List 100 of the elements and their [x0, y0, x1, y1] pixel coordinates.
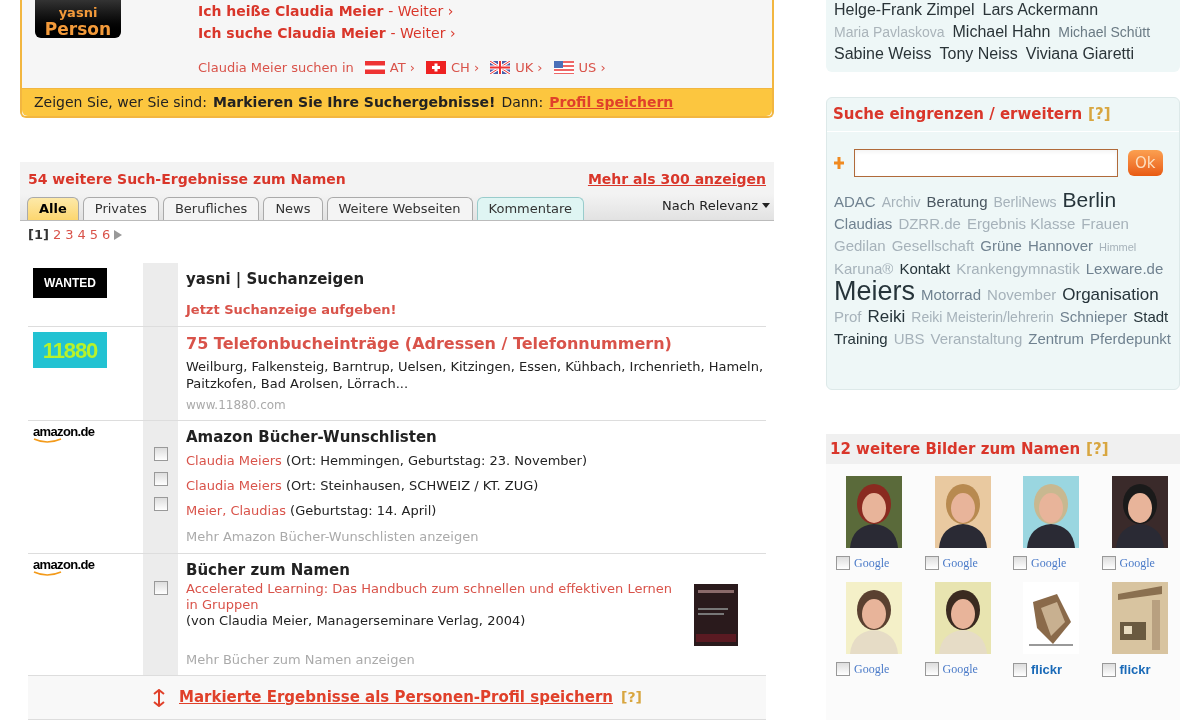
results-heading: 54 weitere Such-Ergebnisse zum Namen — [28, 169, 346, 189]
entry-link[interactable]: Claudia Meiers — [186, 477, 282, 493]
entry-link[interactable]: Claudia Meiers — [186, 452, 282, 468]
tab[interactable]: Kommentare — [476, 197, 585, 220]
page-link[interactable]: 5 — [89, 225, 99, 245]
smile-icon — [33, 570, 63, 577]
page-link[interactable]: 3 — [65, 225, 74, 245]
caret-icon — [762, 202, 770, 208]
tag-link[interactable]: Beratung — [926, 191, 988, 213]
phonebook-logo: 11880 — [33, 332, 107, 368]
checkbox[interactable] — [1013, 556, 1027, 570]
checkbox[interactable] — [1101, 662, 1116, 677]
checkbox[interactable] — [153, 497, 168, 511]
flag-icon — [553, 61, 574, 75]
profile-link[interactable]: Ich heiße Claudia Meier — [198, 0, 384, 22]
tag-link[interactable]: Himmel — [1099, 236, 1137, 258]
flag-icon — [490, 61, 511, 75]
logo-text: yasni — [58, 5, 98, 21]
profile-link[interactable]: Ich suche Claudia Meier — [198, 22, 386, 44]
tab[interactable]: Privates — [82, 197, 159, 220]
tab[interactable]: Alle — [27, 197, 79, 220]
entry-link[interactable]: Meier, Claudias — [186, 502, 286, 518]
tag-link[interactable]: Krankengymnastik — [956, 258, 1080, 280]
tag-link[interactable]: Stadt — [1133, 306, 1169, 328]
show-more-link[interactable]: Mehr Amazon Bücher-Wunschlisten anzeigen — [186, 527, 766, 547]
tag-link[interactable]: Motorrad — [921, 284, 982, 306]
tag-link[interactable]: Karuna® — [834, 258, 894, 280]
tag-link[interactable]: Zentrum — [1028, 328, 1085, 350]
page-link[interactable]: 2 — [52, 225, 62, 245]
tag-link[interactable]: BerliNews — [993, 191, 1057, 213]
tag-link[interactable]: Gedilan — [834, 235, 886, 257]
continue-link[interactable]: - Weiter › — [390, 22, 456, 44]
entry-link[interactable]: Accelerated Learning: Das Handbuch zum schnellen und effektiven Lernen in Gruppen — [186, 580, 684, 613]
tag-link[interactable]: Kontakt — [899, 258, 951, 280]
yasni-logo[interactable]: yasni Person — [35, 0, 121, 38]
name-link[interactable]: Lars Ackermann — [982, 0, 1099, 20]
page-link[interactable]: 4 — [77, 225, 86, 245]
name-link[interactable]: Tony Neiss — [939, 44, 1018, 64]
page-link[interactable]: 6 — [102, 225, 111, 245]
post-ad-link[interactable]: Jetzt Suchanzeige aufgeben! — [186, 300, 766, 320]
checkbox[interactable] — [836, 662, 850, 676]
tag-link[interactable]: Organisation — [1062, 284, 1159, 306]
checkbox[interactable] — [153, 580, 168, 595]
tag-link[interactable]: Schnieper — [1059, 306, 1128, 328]
name-link[interactable]: Michael Schütt — [1058, 22, 1151, 42]
source-logo: flickr — [1119, 661, 1151, 679]
notice-text: Zeigen Sie, wer Sie sind: — [34, 93, 207, 112]
checkbox[interactable] — [153, 447, 168, 461]
checkbox[interactable] — [924, 662, 939, 676]
sort-dropdown[interactable]: Nach Relevanz — [662, 195, 770, 215]
tag-link[interactable]: Archiv — [881, 191, 921, 213]
tag-link[interactable]: Veranstaltung — [930, 328, 1023, 350]
show-more-link[interactable]: Mehr Bücher zum Namen anzeigen — [186, 649, 766, 669]
tag-link[interactable]: Reiki Meisterin/lehrerin — [911, 306, 1054, 328]
save-profile-link[interactable]: Markierte Ergebnisse als Personen-Profil speichern — [179, 686, 613, 709]
country-link[interactable]: AT › — [364, 58, 415, 78]
tag-link[interactable]: Reiki — [867, 306, 906, 328]
help-link[interactable]: [?] — [1088, 103, 1111, 126]
notice-text: Dann: — [501, 93, 544, 112]
help-link[interactable]: [?] — [621, 687, 642, 708]
search-field[interactable] — [854, 149, 1118, 177]
continue-link[interactable]: - Weiter › — [388, 0, 454, 22]
tag-link[interactable]: Gesellschaft — [891, 235, 975, 257]
tag-link[interactable]: Ergebnis Klasse — [966, 213, 1076, 235]
tag-link[interactable]: Grüne — [980, 235, 1022, 257]
tab[interactable]: Weitere Webseiten — [326, 197, 473, 220]
name-link[interactable]: Viviana Giaretti — [1025, 44, 1134, 64]
ok-button[interactable]: Ok — [1128, 150, 1163, 176]
tab[interactable]: News — [263, 197, 323, 220]
tag-link[interactable]: Frauen — [1081, 213, 1129, 235]
tag-link[interactable]: Meiers — [834, 280, 915, 302]
tab[interactable]: Berufliches — [162, 197, 260, 220]
source-logo: Google — [942, 555, 978, 572]
tag-link[interactable]: ADAC — [834, 191, 876, 213]
country-link[interactable]: US › — [553, 58, 606, 78]
checkbox[interactable] — [153, 472, 168, 486]
amazon-logo: amazon.de — [33, 425, 95, 438]
name-link[interactable]: Helge-Frank Zimpel — [834, 0, 975, 20]
checkbox[interactable] — [924, 556, 939, 570]
tag-link[interactable]: UBS — [893, 328, 925, 350]
show-more-link[interactable]: Mehr als 300 anzeigen — [587, 168, 766, 190]
tag-link[interactable]: Prof — [834, 306, 862, 328]
tag-link[interactable]: Claudias — [834, 213, 893, 235]
save-profile-link[interactable]: Profil speichern — [549, 92, 674, 113]
tag-link[interactable]: Berlin — [1062, 189, 1117, 211]
country-link[interactable]: CH › — [425, 58, 480, 78]
tag-link[interactable]: Lexware.de — [1085, 258, 1164, 280]
tag-link[interactable]: November — [987, 284, 1057, 306]
tag-link[interactable]: Hannover — [1027, 235, 1093, 257]
checkbox[interactable] — [1013, 662, 1027, 677]
checkbox[interactable] — [836, 556, 850, 570]
name-link[interactable]: Michael Hahn — [952, 22, 1051, 42]
country-link[interactable]: UK › — [490, 58, 543, 78]
tag-link[interactable]: Training — [834, 328, 888, 350]
tag-link[interactable]: Pferdepunkt — [1090, 328, 1171, 350]
source-logo: Google — [942, 661, 978, 678]
checkbox[interactable] — [1101, 556, 1116, 570]
name-link[interactable]: Sabine Weiss — [834, 44, 932, 64]
tag-link[interactable]: DZRR.de — [898, 213, 961, 235]
result-link[interactable]: 75 Telefonbucheinträge (Adressen / Telefonnummern) — [186, 332, 766, 356]
